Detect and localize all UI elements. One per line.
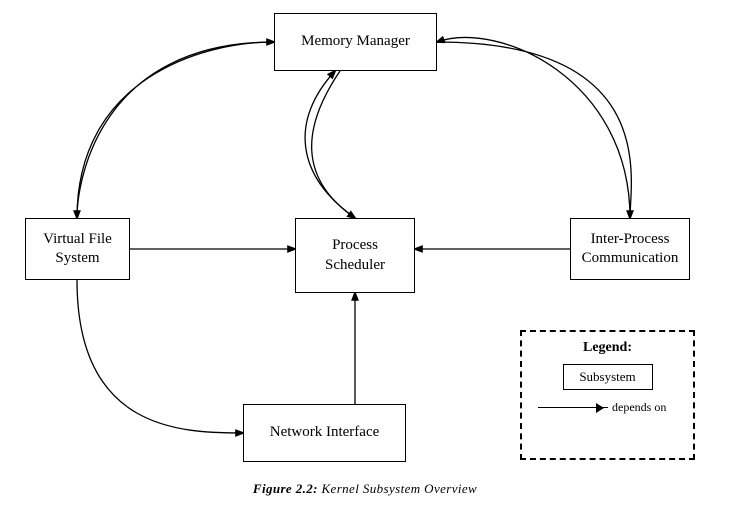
legend-arrow-label: depends on bbox=[612, 400, 666, 415]
vfs-label: Virtual FileSystem bbox=[43, 230, 112, 269]
process-scheduler-label: ProcessScheduler bbox=[325, 236, 385, 275]
network-interface-box: Network Interface bbox=[243, 404, 406, 462]
memory-manager-label: Memory Manager bbox=[301, 32, 410, 52]
diagram: Memory Manager ProcessScheduler Virtual … bbox=[0, 0, 730, 507]
legend-subsystem-label: Subsystem bbox=[579, 369, 635, 384]
legend-subsystem-box: Subsystem bbox=[563, 364, 653, 390]
legend-box: Legend: Subsystem depends on bbox=[520, 330, 695, 460]
figure-caption: Figure 2.2: Kernel Subsystem Overview bbox=[0, 481, 730, 497]
caption-text: Kernel Subsystem Overview bbox=[322, 481, 478, 496]
process-scheduler-box: ProcessScheduler bbox=[295, 218, 415, 293]
ipc-label: Inter-ProcessCommunication bbox=[582, 230, 679, 269]
vfs-box: Virtual FileSystem bbox=[25, 218, 130, 280]
legend-arrow-line bbox=[538, 407, 608, 408]
memory-manager-box: Memory Manager bbox=[274, 13, 437, 71]
network-interface-label: Network Interface bbox=[270, 423, 380, 443]
ipc-box: Inter-ProcessCommunication bbox=[570, 218, 690, 280]
legend-title: Legend: bbox=[530, 340, 685, 356]
caption-label: Figure 2.2: bbox=[253, 481, 318, 496]
legend-arrow-row: depends on bbox=[538, 400, 685, 415]
